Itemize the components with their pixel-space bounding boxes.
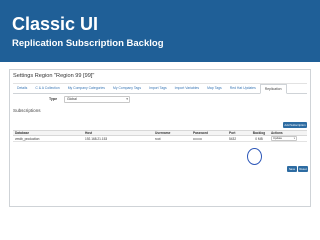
reset-button[interactable]: Reset: [298, 166, 308, 172]
chevron-down-icon: ▾: [293, 137, 295, 141]
slide-title: Classic UI: [12, 14, 99, 34]
type-select-value: Global: [67, 97, 77, 101]
tab-cap-collection[interactable]: C & A Collection: [31, 84, 63, 93]
row-action-select[interactable]: Update ▾: [271, 136, 297, 141]
cell-database: vmdb_production: [13, 135, 83, 142]
subscriptions-heading: Subscriptions: [13, 108, 41, 113]
save-button[interactable]: Save: [287, 166, 297, 172]
slide-subtitle: Replication Subscription Backlog: [12, 38, 164, 49]
cell-backlog: 0 MB: [249, 135, 269, 142]
cell-username: root: [153, 135, 191, 142]
cell-actions: Update ▾: [269, 135, 307, 142]
settings-screenshot: Settings Region "Region 99 [99]" Details…: [9, 69, 311, 207]
tab-details[interactable]: Details: [13, 84, 31, 93]
cell-port: 5432: [227, 135, 249, 142]
tab-my-company-categories[interactable]: My Company Categories: [64, 84, 109, 93]
chevron-down-icon: ▾: [126, 97, 128, 101]
add-subscription-button[interactable]: Add Subscription: [283, 122, 307, 128]
page-title: Settings Region "Region 99 [99]": [13, 73, 95, 79]
cell-password: ••••••••: [191, 135, 227, 142]
tab-replication[interactable]: Replication: [259, 84, 287, 94]
slide-banner: Classic UI Replication Subscription Back…: [0, 0, 320, 62]
backlog-highlight-circle: [247, 148, 262, 165]
type-select[interactable]: Global ▾: [64, 96, 130, 103]
cell-host: 192.168.21.153: [83, 135, 153, 142]
tab-map-tags[interactable]: Map Tags: [203, 84, 226, 93]
tab-bar: Details C & A Collection My Company Cate…: [13, 84, 307, 94]
row-action-value: Update: [273, 136, 283, 141]
tab-my-company-tags[interactable]: My Company Tags: [109, 84, 145, 93]
type-label: Type: [49, 97, 58, 101]
tab-import-variables[interactable]: Import Variables: [171, 84, 203, 93]
subscriptions-table: Database Host Username Password Port Bac…: [13, 130, 307, 142]
tab-import-tags[interactable]: Import Tags: [145, 84, 171, 93]
table-row: vmdb_production 192.168.21.153 root ••••…: [13, 135, 307, 142]
tab-red-hat-updates[interactable]: Red Hat Updates: [226, 84, 260, 93]
